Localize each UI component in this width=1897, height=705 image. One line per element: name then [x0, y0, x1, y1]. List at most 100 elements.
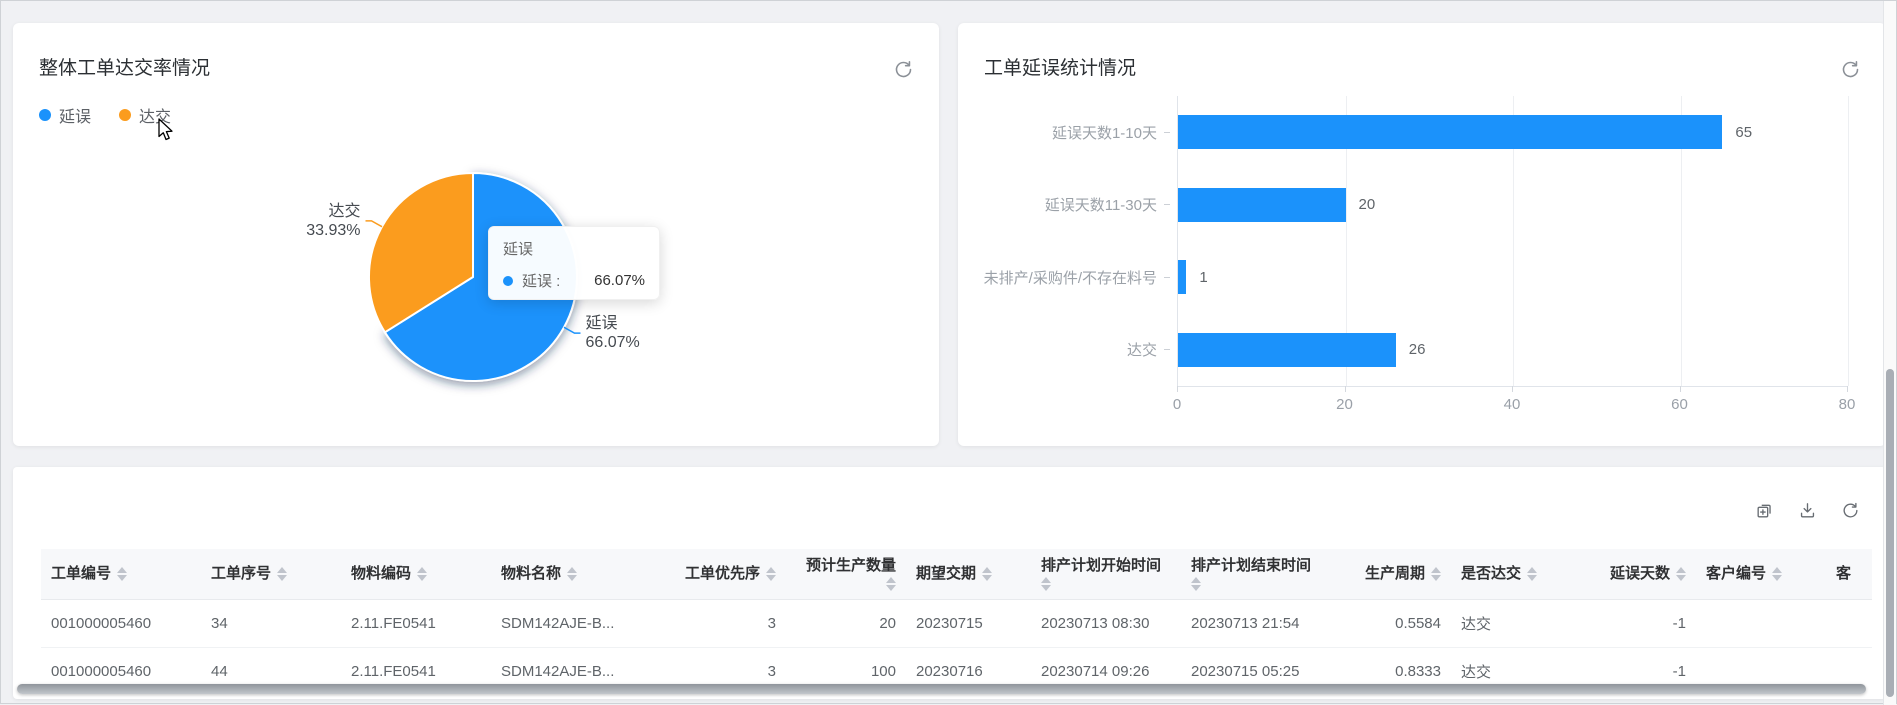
column-header-1[interactable]: 工单编号	[41, 549, 201, 599]
copy-plus-icon[interactable]	[1755, 501, 1774, 520]
bar-未排产/采购件/不存在料号[interactable]	[1178, 260, 1186, 294]
column-header-label: 是否达交	[1461, 565, 1521, 583]
sort-icon[interactable]	[1431, 567, 1441, 581]
sort-icon[interactable]	[277, 567, 287, 581]
column-header-label: 排产计划结束时间	[1191, 557, 1311, 575]
pie-slice-label-yanwu: 延误 66.07%	[586, 314, 640, 352]
bar-row: 1	[1178, 241, 1848, 314]
vertical-scrollbar-thumb[interactable]	[1886, 369, 1894, 697]
horizontal-scrollbar-thumb[interactable]	[17, 684, 1866, 694]
download-icon	[1798, 501, 1817, 520]
sort-icon[interactable]	[886, 577, 896, 591]
column-header-7[interactable]: 期望交期	[906, 549, 1031, 599]
table-cell: 达交	[1451, 599, 1571, 647]
column-header-5[interactable]: 工单优先序	[661, 549, 786, 599]
column-header-3[interactable]: 物料编码	[341, 549, 491, 599]
download-icon[interactable]	[1798, 501, 1817, 520]
column-header-12[interactable]: 延误天数	[1571, 549, 1696, 599]
column-header-label: 客	[1836, 565, 1851, 583]
table-cell: 001000005460	[41, 647, 201, 685]
refresh-icon[interactable]	[1838, 59, 1862, 83]
sort-icon[interactable]	[567, 567, 577, 581]
tooltip-series-dot	[503, 276, 513, 286]
bar-延误天数1-10天[interactable]	[1178, 115, 1722, 149]
column-header-14[interactable]: 客	[1826, 549, 1872, 599]
table-cell: SDM142AJE-B...	[491, 647, 661, 685]
bar-category: 未排产/采购件/不存在料号	[958, 241, 1170, 314]
caret-down-icon	[982, 575, 992, 581]
caret-down-icon	[1772, 575, 1782, 581]
column-header-10[interactable]: 生产周期	[1331, 549, 1451, 599]
column-header-label: 工单序号	[211, 565, 271, 583]
pie-slice-label-dajiao: 达交 33.93%	[306, 202, 360, 240]
column-header-9[interactable]: 排产计划结束时间	[1181, 549, 1331, 599]
column-header-8[interactable]: 排产计划开始时间	[1031, 549, 1181, 599]
refresh-icon	[1840, 59, 1861, 80]
column-header-label: 物料名称	[501, 565, 561, 583]
bar-value-label: 1	[1199, 269, 1207, 286]
sort-icon[interactable]	[1676, 567, 1686, 581]
tooltip-series-name: 延误 :	[522, 270, 560, 291]
axis-tick	[1177, 386, 1178, 392]
caret-down-icon	[117, 575, 127, 581]
sort-icon[interactable]	[766, 567, 776, 581]
bar-category: 延误天数11-30天	[958, 169, 1170, 242]
table-cell: 2.11.FE0541	[341, 599, 491, 647]
bar-row: 20	[1178, 169, 1848, 242]
chart-tooltip: 延误 延误 : 66.07%	[488, 226, 660, 300]
axis-tick	[1164, 349, 1170, 350]
axis-tick	[1345, 386, 1346, 392]
table-cell	[1696, 647, 1826, 685]
bar-延误天数11-30天[interactable]	[1178, 188, 1346, 222]
caret-down-icon	[277, 575, 287, 581]
bar-plot-area: 6520 1 26	[1177, 96, 1848, 387]
table-cell: 20230716	[906, 647, 1031, 685]
caret-up-icon	[1772, 567, 1782, 573]
sort-icon[interactable]	[417, 567, 427, 581]
column-header-6[interactable]: 预计生产数量	[786, 549, 906, 599]
table-cell: -1	[1571, 647, 1696, 685]
axis-tick	[1847, 386, 1848, 392]
caret-up-icon	[982, 567, 992, 573]
table-cell: 3	[661, 599, 786, 647]
bar-达交[interactable]	[1178, 333, 1396, 367]
column-header-13[interactable]: 客户编号	[1696, 549, 1826, 599]
table-cell	[1696, 599, 1826, 647]
sort-icon[interactable]	[1772, 567, 1782, 581]
refresh-icon	[1841, 501, 1860, 520]
table-toolbar	[1755, 501, 1860, 520]
table-cell: 20230715	[906, 599, 1031, 647]
caret-up-icon	[1431, 567, 1441, 573]
refresh-icon[interactable]	[1841, 501, 1860, 520]
table-cell: 0.5584	[1331, 599, 1451, 647]
table-cell: 20	[786, 599, 906, 647]
table-cell: SDM142AJE-B...	[491, 599, 661, 647]
table-cell: 20230713 08:30	[1031, 599, 1181, 647]
bar-row: 65	[1178, 96, 1848, 169]
gridline	[1848, 96, 1849, 386]
bar-value-label: 26	[1409, 341, 1426, 358]
column-header-2[interactable]: 工单序号	[201, 549, 341, 599]
caret-down-icon	[1041, 585, 1051, 591]
caret-up-icon	[1676, 567, 1686, 573]
table-panel: 工单编号工单序号 物料编码物料名称 工单优先序预计生产数量期望交期排产计划开始时间排…	[13, 467, 1886, 699]
tooltip-value: 66.07%	[594, 272, 645, 289]
sort-icon[interactable]	[982, 567, 992, 581]
bar-panel-title: 工单延误统计情况	[984, 53, 1136, 80]
table-cell: 20230715 05:25	[1181, 647, 1331, 685]
sort-icon[interactable]	[117, 567, 127, 581]
column-header-label: 延误天数	[1610, 565, 1670, 583]
vertical-scrollbar-track[interactable]	[1883, 1, 1896, 705]
caret-down-icon	[1676, 575, 1686, 581]
table-cell	[1826, 599, 1872, 647]
column-header-4[interactable]: 物料名称	[491, 549, 661, 599]
sort-icon[interactable]	[1191, 577, 1201, 591]
caret-down-icon	[417, 575, 427, 581]
bar-category-label: 延误天数11-30天	[1045, 194, 1157, 215]
table-cell: 20230713 21:54	[1181, 599, 1331, 647]
column-header-11[interactable]: 是否达交	[1451, 549, 1571, 599]
sort-icon[interactable]	[1041, 577, 1051, 591]
sort-icon[interactable]	[1527, 567, 1537, 581]
bar-category-label: 未排产/采购件/不存在料号	[984, 267, 1157, 288]
caret-up-icon	[886, 577, 896, 583]
